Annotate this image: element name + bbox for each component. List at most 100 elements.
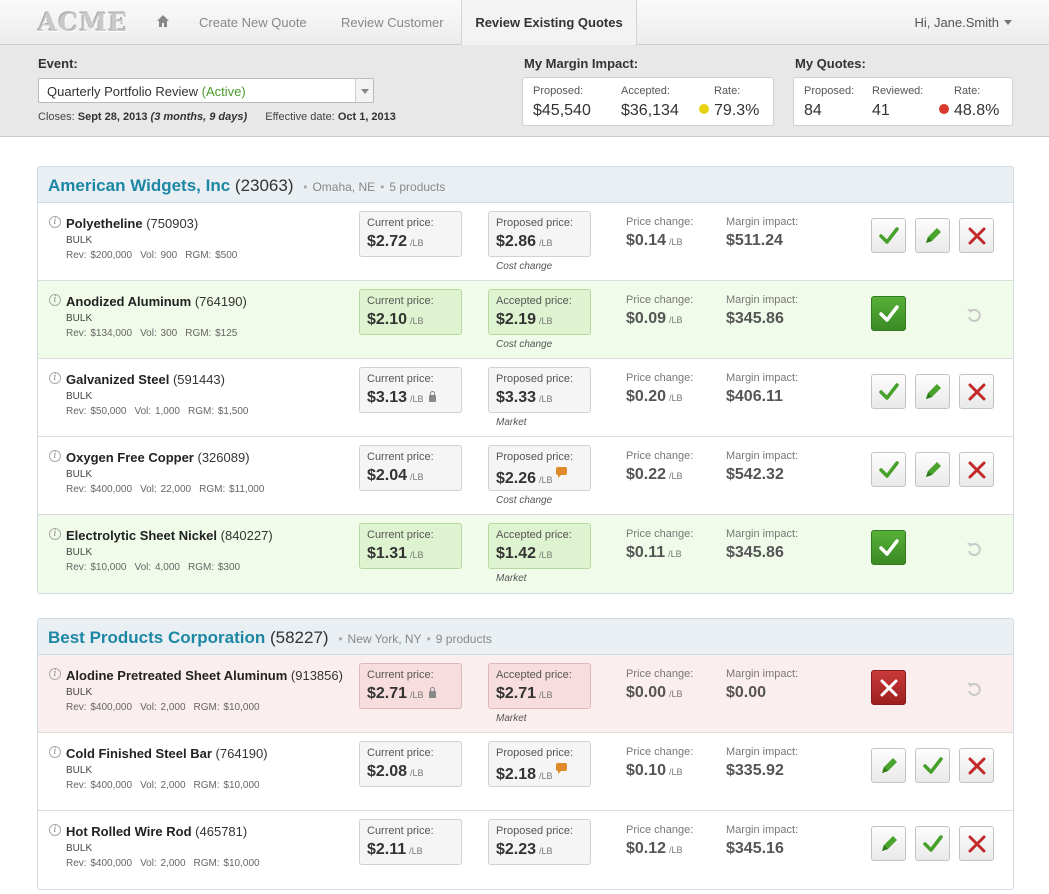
- closes-label: Closes:: [38, 111, 75, 123]
- event-select[interactable]: Quarterly Portfolio Review (Active): [38, 78, 374, 103]
- product-name[interactable]: Anodized Aluminum: [66, 294, 191, 309]
- current-price-box: Current price: $2.11/LB: [359, 819, 462, 865]
- approve-button[interactable]: [871, 452, 906, 487]
- margin-impact-value: $345.86: [726, 310, 784, 327]
- margin-impact: Margin impact: $345.16: [726, 824, 798, 858]
- info-icon[interactable]: i: [49, 668, 61, 680]
- status-dot-icon: [939, 104, 949, 114]
- current-price-label: Current price:: [367, 747, 434, 759]
- product-stats: Rev: $10,000 Vol: 4,000 RGM: $300: [66, 562, 248, 573]
- product-name[interactable]: Cold Finished Steel Bar: [66, 746, 212, 761]
- customer-name[interactable]: American Widgets, Inc: [48, 176, 230, 195]
- nav-create-new-quote[interactable]: Create New Quote: [199, 15, 307, 30]
- price-change-value: $0.11: [626, 544, 666, 561]
- approve-button[interactable]: [915, 748, 950, 783]
- product-type: BULK: [66, 469, 93, 480]
- approved-button[interactable]: [871, 296, 906, 331]
- product-name[interactable]: Polyetheline: [66, 216, 143, 231]
- margin-impact-label: Margin impact:: [726, 450, 799, 462]
- reject-button[interactable]: [959, 826, 994, 861]
- product-name[interactable]: Alodine Pretreated Sheet Aluminum: [66, 668, 287, 683]
- product-stats: Rev: $400,000 Vol: 2,000 RGM: $10,000: [66, 780, 268, 791]
- info-icon[interactable]: i: [49, 528, 61, 540]
- reject-button[interactable]: [959, 452, 994, 487]
- undo-icon[interactable]: [966, 541, 982, 557]
- info-icon[interactable]: i: [49, 746, 61, 758]
- product-name[interactable]: Oxygen Free Copper: [66, 450, 194, 465]
- proposed-price-box[interactable]: Proposed price: $3.33/LB: [488, 367, 591, 413]
- price-unit: /LB: [410, 238, 424, 248]
- price-reason: Cost change: [496, 495, 553, 506]
- proposed-price-box[interactable]: Proposed price: $2.86/LB: [488, 211, 591, 257]
- acme-logo[interactable]: ACME: [38, 8, 128, 37]
- user-menu[interactable]: Hi, Jane.Smith: [914, 15, 1012, 30]
- approve-button[interactable]: [871, 374, 906, 409]
- product-rgm: RGM: $500: [185, 250, 238, 261]
- margin-impact: Margin impact: $345.86: [726, 294, 798, 328]
- comment-icon[interactable]: [555, 763, 567, 774]
- current-price-value: $3.13: [367, 389, 408, 406]
- edit-button[interactable]: [915, 452, 950, 487]
- proposed-price-box[interactable]: Proposed price: $2.23/LB: [488, 819, 591, 865]
- event-bar: Event: Quarterly Portfolio Review (Activ…: [0, 45, 1049, 137]
- edit-button[interactable]: [915, 218, 950, 253]
- reject-button[interactable]: [959, 374, 994, 409]
- edit-button[interactable]: [871, 748, 906, 783]
- product-vol: Vol: 2,000: [140, 780, 186, 791]
- customer-header: American Widgets, Inc (23063) • Omaha, NE…: [38, 167, 1013, 203]
- info-icon[interactable]: i: [49, 294, 61, 306]
- mq-reviewed-value: 41: [872, 102, 890, 119]
- edit-button[interactable]: [915, 374, 950, 409]
- lock-icon: [428, 391, 436, 402]
- info-icon[interactable]: i: [49, 372, 61, 384]
- current-price-box: Current price: $1.31/LB: [359, 523, 462, 569]
- product-rgm: RGM: $125: [185, 328, 238, 339]
- proposed-price-box[interactable]: Accepted price: $2.71/LB: [488, 663, 591, 709]
- info-icon[interactable]: i: [49, 450, 61, 462]
- margin-impact-value: $406.11: [726, 388, 783, 405]
- home-icon[interactable]: [156, 13, 170, 29]
- customer-group: American Widgets, Inc (23063) • Omaha, NE…: [37, 166, 1014, 594]
- user-greeting: Hi, Jane.Smith: [914, 15, 999, 30]
- price-change-label: Price change:: [626, 668, 694, 680]
- undo-icon[interactable]: [966, 307, 982, 323]
- proposed-price-box[interactable]: Accepted price: $1.42/LB: [488, 523, 591, 569]
- product-row: i Alodine Pretreated Sheet Aluminum (913…: [38, 655, 1013, 733]
- approve-button[interactable]: [871, 218, 906, 253]
- nav-review-existing-quotes[interactable]: Review Existing Quotes: [461, 0, 637, 46]
- customer-id: (58227): [269, 628, 329, 647]
- reject-button[interactable]: [959, 748, 994, 783]
- product-id: (764190): [194, 294, 247, 309]
- margin-impact-value: $345.86: [726, 544, 784, 561]
- rejected-button[interactable]: [871, 670, 906, 705]
- price-unit: /LB: [669, 845, 683, 855]
- product-name[interactable]: Electrolytic Sheet Nickel: [66, 528, 217, 543]
- approved-button[interactable]: [871, 530, 906, 565]
- approve-button[interactable]: [915, 826, 950, 861]
- proposed-price-value: $2.18: [496, 766, 537, 783]
- product-name[interactable]: Hot Rolled Wire Rod: [66, 824, 192, 839]
- product-id: (750903): [146, 216, 199, 231]
- info-icon[interactable]: i: [49, 824, 61, 836]
- product-rgm: RGM: $10,000: [193, 702, 260, 713]
- comment-icon[interactable]: [555, 467, 567, 478]
- proposed-price-box[interactable]: Proposed price: $2.18/LB: [488, 741, 591, 787]
- proposed-price-box[interactable]: Accepted price: $2.19/LB: [488, 289, 591, 335]
- price-change: Price change: $0.00/LB: [626, 668, 693, 702]
- reject-button[interactable]: [959, 218, 994, 253]
- undo-icon[interactable]: [966, 681, 982, 697]
- price-unit: /LB: [669, 237, 683, 247]
- current-price-label: Current price:: [367, 529, 434, 541]
- current-price-label: Current price:: [367, 451, 434, 463]
- customer-product-count: 9 products: [435, 632, 492, 646]
- info-icon[interactable]: i: [49, 216, 61, 228]
- proposed-price-label: Accepted price:: [496, 529, 572, 541]
- margin-impact-label: Margin impact:: [726, 294, 799, 306]
- product-stats: Rev: $134,000 Vol: 300 RGM: $125: [66, 328, 245, 339]
- product-name[interactable]: Galvanized Steel: [66, 372, 169, 387]
- customer-name[interactable]: Best Products Corporation: [48, 628, 265, 647]
- select-arrow[interactable]: [355, 79, 373, 102]
- edit-button[interactable]: [871, 826, 906, 861]
- nav-review-customer[interactable]: Review Customer: [341, 15, 444, 30]
- proposed-price-box[interactable]: Proposed price: $2.26/LB: [488, 445, 591, 491]
